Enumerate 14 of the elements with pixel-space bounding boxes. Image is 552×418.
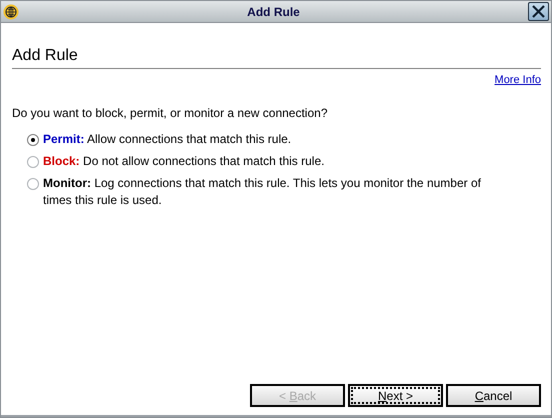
question-text: Do you want to block, permit, or monitor a new connection? (12, 104, 328, 122)
cancel-button[interactable]: Cancel (446, 384, 541, 407)
radio-button[interactable] (27, 178, 39, 190)
radio-button[interactable] (27, 156, 39, 168)
radio-button[interactable] (27, 134, 39, 146)
next-button[interactable]: Next > (348, 384, 443, 407)
option-label: Permit: Allow connections that match this rule. (43, 130, 292, 148)
option-label: Block: Do not allow connections that match this rule. (43, 152, 324, 170)
close-button[interactable] (528, 2, 549, 21)
window-title: Add Rule (246, 4, 301, 20)
option-label: Monitor: Log connections that match this rule. This lets you monitor the number of times this rule is used. (43, 174, 482, 208)
more-info-link[interactable]: More Info (494, 72, 541, 88)
globe-icon (3, 4, 19, 20)
page-heading: Add Rule (12, 46, 79, 66)
